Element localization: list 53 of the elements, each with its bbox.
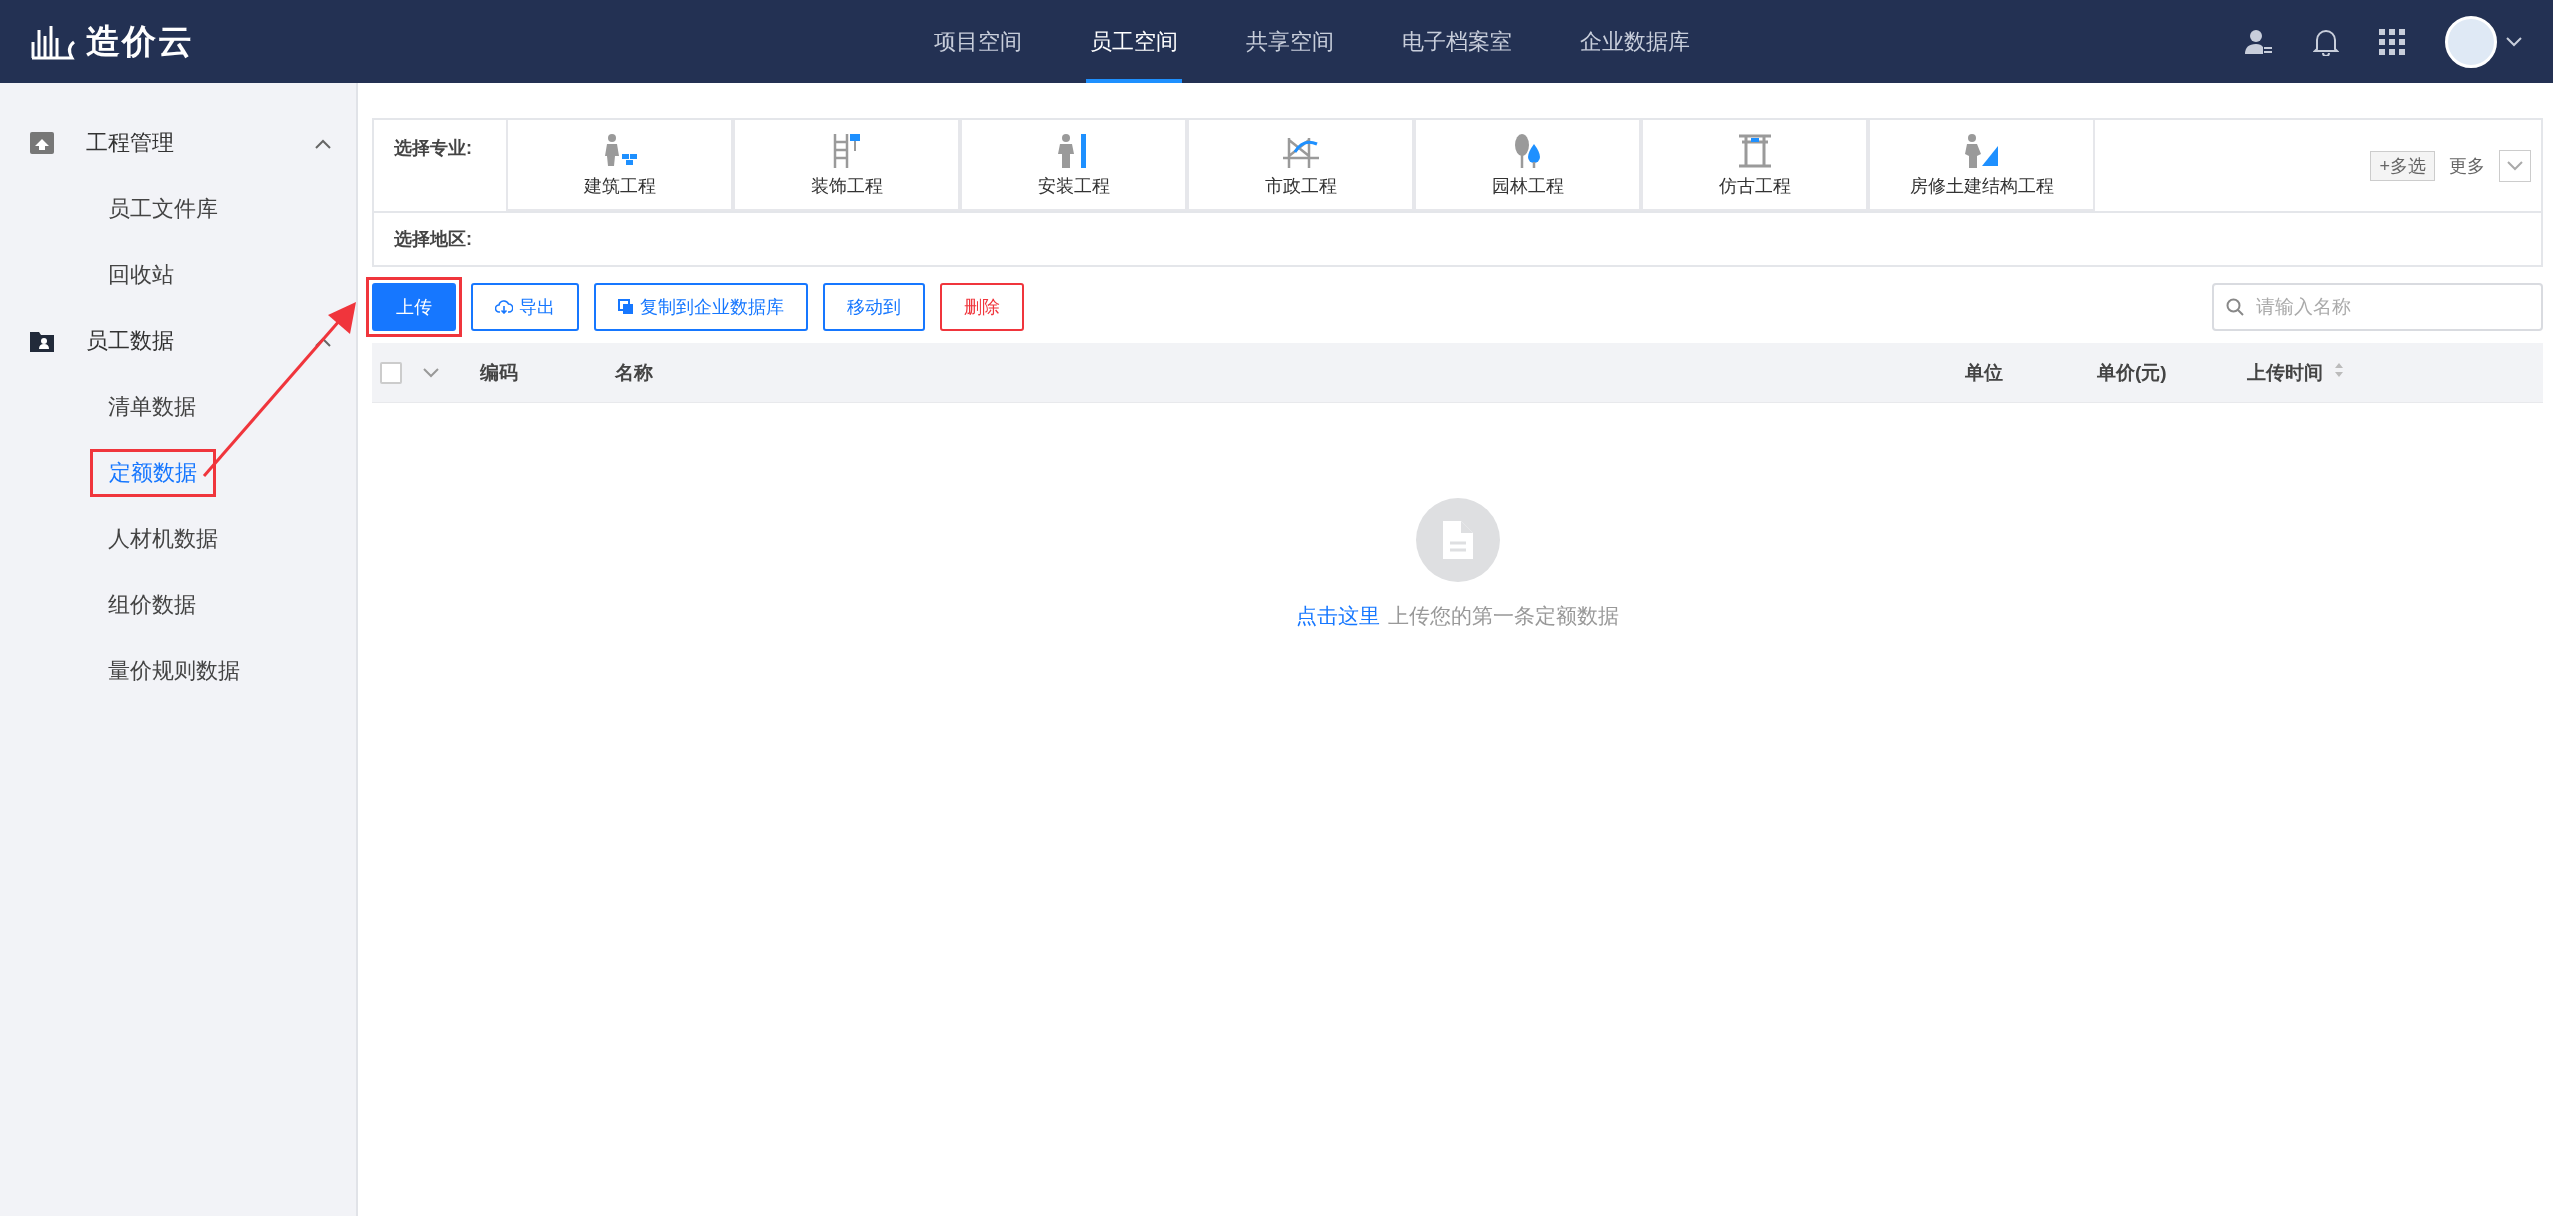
nav-tab[interactable]: 共享空间: [1242, 0, 1338, 83]
copy-icon: [618, 299, 634, 315]
specialty-option[interactable]: 房修土建结构工程: [1868, 120, 2095, 211]
nav-tab[interactable]: 企业数据库: [1576, 0, 1694, 83]
sidebar-item[interactable]: 员工文件库: [108, 188, 218, 230]
column-header: 编码: [480, 361, 518, 383]
checkbox[interactable]: [380, 361, 402, 384]
specialty-option[interactable]: 安装工程: [960, 120, 1187, 211]
sidebar-item[interactable]: 清单数据: [108, 386, 196, 428]
specialty-option[interactable]: 建筑工程: [506, 120, 733, 211]
sidebar-group[interactable]: 员工数据: [86, 326, 282, 356]
nav-tab[interactable]: 项目空间: [930, 0, 1026, 83]
toolbar-button[interactable]: 复制到企业数据库: [594, 283, 808, 331]
column-header: 单价(元): [2097, 361, 2167, 383]
multi-select-button[interactable]: +多选: [2370, 150, 2435, 181]
column-header: 上传时间: [2247, 361, 2323, 383]
sidebar-group[interactable]: 工程管理: [86, 128, 282, 158]
sidebar-item[interactable]: 组价数据: [108, 584, 196, 626]
empty-message: 上传您的第一条定额数据: [1388, 603, 1619, 629]
specialty-option[interactable]: 装饰工程: [733, 120, 960, 211]
column-header: 名称: [615, 361, 653, 383]
column-header: 单位: [1965, 361, 2003, 383]
toolbar-button[interactable]: 上传: [372, 283, 456, 331]
sidebar-item[interactable]: 回收站: [108, 254, 174, 296]
specialty-option[interactable]: 市政工程: [1187, 120, 1414, 211]
toolbar-button[interactable]: 删除: [940, 283, 1024, 331]
specialty-option[interactable]: 仿古工程: [1641, 120, 1868, 211]
sidebar-item[interactable]: 量价规则数据: [108, 650, 240, 692]
filter-label: 选择专业:: [393, 137, 473, 160]
caret-icon[interactable]: [2505, 35, 2523, 48]
search-icon: [2226, 298, 2244, 316]
logo-text: 造价云: [86, 20, 194, 62]
sidebar-item[interactable]: 人材机数据: [108, 518, 218, 560]
sidebar-item[interactable]: 定额数据: [90, 449, 216, 497]
upload-box-icon: [30, 132, 54, 154]
chevron-icon[interactable]: [422, 366, 440, 379]
chevron-icon[interactable]: [314, 138, 332, 150]
toolbar-button[interactable]: 移动到: [823, 283, 925, 331]
folder-user-icon: [30, 330, 54, 352]
user-switch-icon[interactable]: [2245, 27, 2273, 56]
nav-tab[interactable]: 电子档案室: [1398, 0, 1516, 83]
avatar[interactable]: [2445, 15, 2497, 68]
nav-tab[interactable]: 员工空间: [1086, 0, 1182, 83]
specialty-option[interactable]: 园林工程: [1414, 120, 1641, 211]
toolbar-button[interactable]: 导出: [471, 283, 579, 331]
grid-icon[interactable]: [2379, 28, 2405, 55]
filter-label: 选择地区:: [393, 228, 473, 251]
more-link[interactable]: 更多: [2449, 153, 2485, 178]
cloud-download-icon: [495, 300, 513, 314]
search-field[interactable]: 请输入名称: [2212, 283, 2543, 331]
upload-link[interactable]: 点击这里: [1296, 602, 1380, 630]
logo-icon: [30, 23, 76, 60]
bell-icon[interactable]: [2313, 27, 2339, 56]
